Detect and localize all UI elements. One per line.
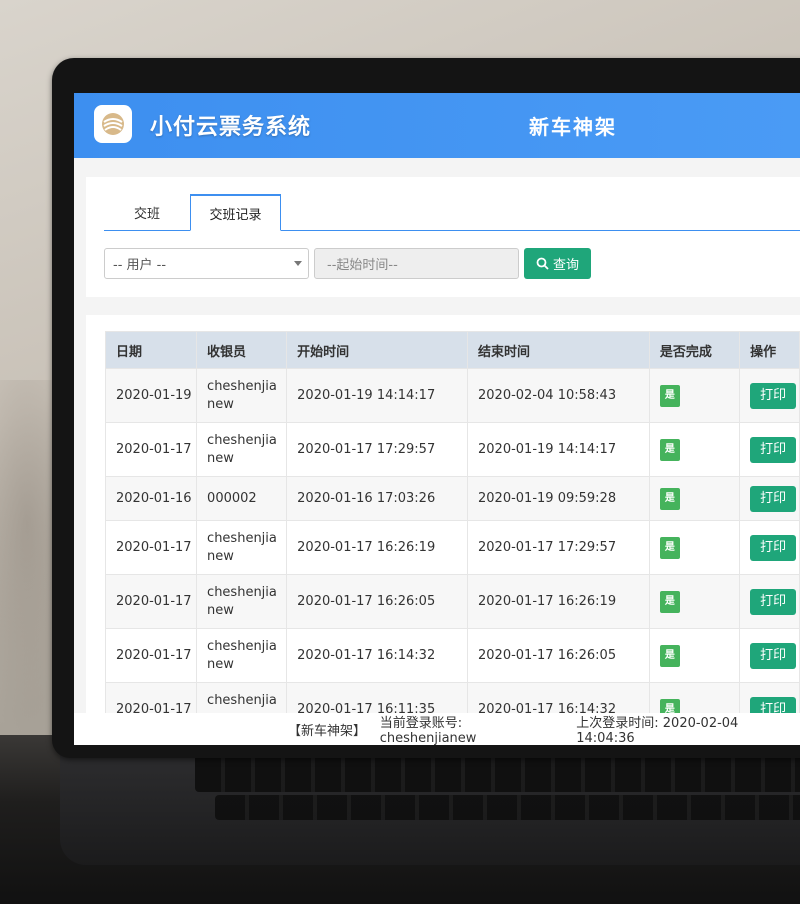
footer-last-login: 上次登录时间: 2020-02-04 14:04:36 — [576, 712, 800, 745]
cell-start: 2020-01-17 17:29:57 — [286, 422, 469, 477]
print-button[interactable]: 打印 — [750, 436, 797, 463]
status-badge: 是 — [659, 536, 680, 559]
keyboard — [195, 752, 800, 792]
table-row: 2020-01-17 cheshenjianew 2020-01-17 16:2… — [104, 574, 800, 629]
records-table: 日期 收银员 开始时间 结束时间 是否完成 操作 2020-01-19 ches… — [104, 331, 800, 713]
cell-cashier: cheshenjianew — [196, 368, 288, 423]
cell-action: 打印 — [739, 368, 800, 423]
cell-end: 2020-01-19 09:59:28 — [467, 476, 650, 521]
footer-account: 当前登录账号: cheshenjianew — [380, 712, 563, 745]
app-screen: 小付云票务系统 新车神架 交班 交班记录 -- 用户 -- --起始时间-- 查… — [74, 93, 800, 745]
col-start: 开始时间 — [286, 331, 469, 369]
chevron-down-icon — [294, 261, 302, 266]
print-button[interactable]: 打印 — [750, 696, 797, 713]
filter-row: -- 用户 -- --起始时间-- 查询 — [104, 248, 591, 279]
table-row: 2020-01-17 cheshenjianew 2020-01-17 17:2… — [104, 422, 800, 477]
app-logo-icon — [94, 105, 132, 143]
cell-start: 2020-01-16 17:03:26 — [286, 476, 469, 521]
cell-end: 2020-01-19 14:14:17 — [467, 422, 650, 477]
cell-done: 是 — [648, 628, 741, 683]
cell-cashier: cheshenjianew — [196, 574, 288, 629]
user-select[interactable]: -- 用户 -- — [104, 248, 309, 279]
cell-cashier: cheshenjianew — [196, 628, 288, 683]
cell-cashier: 000002 — [196, 476, 288, 521]
cell-start: 2020-01-19 14:14:17 — [286, 368, 469, 423]
app-title: 小付云票务系统 — [150, 115, 312, 140]
cell-action: 打印 — [739, 422, 800, 477]
cell-action: 打印 — [739, 682, 800, 713]
cell-cashier: cheshenjianew — [196, 422, 288, 477]
tab-bar: 交班 交班记录 — [104, 194, 800, 231]
cell-start: 2020-01-17 16:11:35 — [286, 682, 469, 713]
cell-cashier: cheshenjianew — [196, 520, 288, 575]
cell-start: 2020-01-17 16:14:32 — [286, 628, 469, 683]
records-panel: 日期 收银员 开始时间 结束时间 是否完成 操作 2020-01-19 ches… — [86, 315, 800, 713]
cell-done: 是 — [648, 422, 741, 477]
table-row: 2020-01-16 000002 2020-01-16 17:03:26 20… — [104, 476, 800, 521]
cell-done: 是 — [648, 682, 741, 713]
keyboard-row — [215, 795, 800, 820]
status-badge: 是 — [659, 698, 680, 713]
print-button[interactable]: 打印 — [750, 485, 797, 512]
tab-handover[interactable]: 交班 — [104, 194, 190, 231]
col-date: 日期 — [104, 331, 198, 369]
start-time-input[interactable]: --起始时间-- — [314, 248, 519, 279]
search-icon — [536, 257, 549, 270]
footer-org: 【新车神架】 — [288, 723, 367, 739]
cell-date: 2020-01-17 — [104, 520, 198, 575]
search-button[interactable]: 查询 — [524, 248, 591, 279]
status-badge: 是 — [659, 487, 680, 510]
status-badge: 是 — [659, 384, 680, 407]
cell-date: 2020-01-17 — [104, 422, 198, 477]
tab-handover-records[interactable]: 交班记录 — [190, 194, 281, 231]
search-button-label: 查询 — [552, 258, 579, 273]
table-row: 2020-01-17 cheshenjianew 2020-01-17 16:2… — [104, 520, 800, 575]
status-badge: 是 — [659, 438, 680, 461]
cell-date: 2020-01-17 — [104, 574, 198, 629]
col-cashier: 收银员 — [196, 331, 288, 369]
footer-account-label: 当前登录账号: — [379, 716, 463, 731]
footer-account-value: cheshenjianew — [379, 731, 477, 745]
cell-date: 2020-01-19 — [104, 368, 198, 423]
cell-end: 2020-01-17 16:26:05 — [467, 628, 650, 683]
cell-done: 是 — [648, 574, 741, 629]
filter-panel: 交班 交班记录 -- 用户 -- --起始时间-- 查询 — [86, 177, 800, 297]
col-action: 操作 — [739, 331, 800, 369]
cell-action: 打印 — [739, 476, 800, 521]
cell-end: 2020-01-17 17:29:57 — [467, 520, 650, 575]
table-row: 2020-01-19 cheshenjianew 2020-01-19 14:1… — [104, 368, 800, 423]
status-badge: 是 — [659, 590, 680, 613]
cell-action: 打印 — [739, 574, 800, 629]
footer-last-login-label: 上次登录时间: — [576, 716, 659, 731]
col-done: 是否完成 — [648, 331, 741, 369]
cell-action: 打印 — [739, 628, 800, 683]
user-select-value: -- 用户 -- — [113, 258, 167, 273]
print-button[interactable]: 打印 — [750, 534, 797, 561]
cell-done: 是 — [648, 476, 741, 521]
status-footer: 【新车神架】 当前登录账号: cheshenjianew 上次登录时间: 202… — [74, 713, 800, 745]
cell-action: 打印 — [739, 520, 800, 575]
table-row: 2020-01-17 cheshenjianew 2020-01-17 16:1… — [104, 682, 800, 713]
cell-date: 2020-01-16 — [104, 476, 198, 521]
col-end: 结束时间 — [467, 331, 650, 369]
cell-done: 是 — [648, 368, 741, 423]
cell-end: 2020-01-17 16:26:19 — [467, 574, 650, 629]
cell-date: 2020-01-17 — [104, 682, 198, 713]
table-row: 2020-01-17 cheshenjianew 2020-01-17 16:1… — [104, 628, 800, 683]
print-button[interactable]: 打印 — [750, 382, 797, 409]
cell-end: 2020-01-17 16:14:32 — [467, 682, 650, 713]
print-button[interactable]: 打印 — [750, 642, 797, 669]
cell-cashier: cheshenjianew — [196, 682, 288, 713]
org-name: 新车神架 — [529, 115, 617, 139]
cell-end: 2020-02-04 10:58:43 — [467, 368, 650, 423]
print-button[interactable]: 打印 — [750, 588, 797, 615]
cell-date: 2020-01-17 — [104, 628, 198, 683]
cell-start: 2020-01-17 16:26:05 — [286, 574, 469, 629]
cell-start: 2020-01-17 16:26:19 — [286, 520, 469, 575]
status-badge: 是 — [659, 644, 680, 667]
top-bar: 小付云票务系统 新车神架 — [74, 93, 800, 158]
cell-done: 是 — [648, 520, 741, 575]
